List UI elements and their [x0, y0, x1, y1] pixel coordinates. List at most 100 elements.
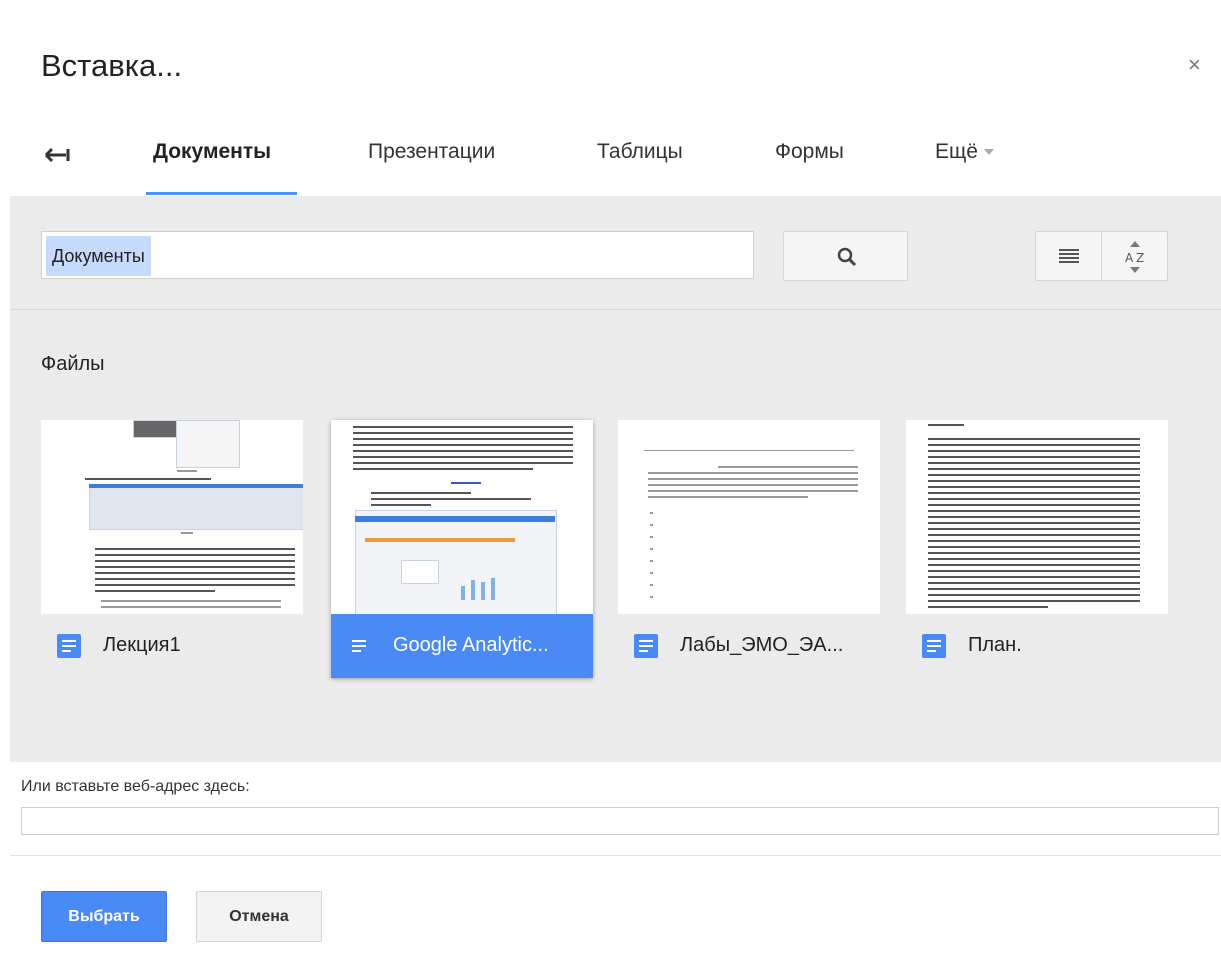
- thumbnail-line: [353, 432, 573, 434]
- thumbnail-line: [928, 522, 1140, 524]
- file-thumbnail: [331, 420, 593, 614]
- thumbnail-line: [928, 552, 1140, 554]
- thumbnail-line: [928, 450, 1140, 452]
- thumbnail-line: [928, 570, 1140, 572]
- thumbnail-line: [928, 582, 1140, 584]
- thumbnail-line: [371, 504, 431, 506]
- file-card-footer: Google Analytic...: [331, 614, 593, 678]
- thumbnail-line: [928, 540, 1140, 542]
- thumbnail-line: [928, 462, 1140, 464]
- document-icon: [922, 634, 946, 658]
- thumbnail-line: [371, 498, 531, 500]
- thumbnail-line: [95, 590, 215, 592]
- tab-forms[interactable]: Формы: [775, 140, 844, 164]
- thumbnail-line: [928, 516, 1140, 518]
- file-browser: Документы A Z Файлы Лекция1 Google Analy…: [10, 196, 1221, 762]
- thumbnail-line: [181, 532, 193, 534]
- back-arrow-icon[interactable]: [44, 144, 72, 166]
- file-thumbnail: [41, 420, 303, 614]
- thumbnail-line: [928, 600, 1140, 602]
- thumbnail-line: [353, 450, 573, 452]
- file-card[interactable]: Лабы_ЭМО_ЭА...: [618, 420, 880, 678]
- thumbnail-line: [650, 596, 653, 598]
- thumbnail-line: [177, 470, 197, 472]
- search-input[interactable]: Документы: [41, 231, 754, 279]
- search-icon: [837, 247, 857, 267]
- thumbnail-line: [650, 584, 653, 586]
- document-icon: [57, 634, 81, 658]
- cancel-button[interactable]: Отмена: [196, 891, 322, 942]
- thumbnail-line: [650, 560, 653, 562]
- thumbnail-bar: [461, 586, 465, 600]
- thumbnail-bar: [89, 484, 303, 488]
- thumbnail-line: [353, 456, 573, 458]
- thumbnail-line: [928, 510, 1140, 512]
- search-button[interactable]: [783, 231, 908, 281]
- tab-more-label: Ещё: [935, 140, 978, 163]
- thumbnail-line: [928, 444, 1140, 446]
- thumbnail-line: [928, 528, 1140, 530]
- thumbnail-line: [353, 426, 573, 428]
- thumbnail-line: [650, 536, 653, 538]
- file-card-footer: Лекция1: [41, 614, 303, 678]
- file-card[interactable]: Лекция1: [41, 420, 303, 678]
- thumbnail-line: [353, 438, 573, 440]
- thumbnail-line: [928, 498, 1140, 500]
- svg-text:Z: Z: [1136, 251, 1144, 265]
- tab-spreadsheets[interactable]: Таблицы: [597, 140, 683, 164]
- thumbnail-line: [928, 606, 1048, 608]
- toolbar-divider: [10, 309, 1221, 310]
- thumbnail-line: [928, 492, 1140, 494]
- thumbnail-bar: [355, 516, 555, 522]
- thumbnail-bar: [471, 580, 475, 600]
- section-files-heading: Файлы: [41, 353, 105, 375]
- thumbnail-line: [928, 588, 1140, 590]
- close-icon[interactable]: ×: [1188, 52, 1201, 78]
- thumbnail-line: [95, 572, 295, 574]
- thumbnail-line: [648, 484, 858, 486]
- thumbnail-line: [95, 548, 295, 550]
- search-filter-chip[interactable]: Документы: [46, 236, 151, 276]
- file-card[interactable]: Google Analytic...: [331, 420, 593, 678]
- file-thumbnail: [906, 420, 1168, 614]
- thumbnail-line: [928, 480, 1140, 482]
- thumbnail-line: [451, 482, 481, 484]
- thumbnail-line: [85, 478, 211, 480]
- list-view-icon: [1059, 249, 1079, 263]
- thumbnail-line: [928, 456, 1140, 458]
- thumbnail-line: [928, 438, 1140, 440]
- thumbnail-image: [133, 420, 179, 438]
- url-input[interactable]: [21, 807, 1219, 835]
- thumbnail-line: [928, 534, 1140, 536]
- thumbnail-line: [648, 472, 858, 474]
- select-button[interactable]: Выбрать: [41, 891, 167, 942]
- active-tab-indicator: [146, 192, 297, 195]
- thumbnail-line: [101, 606, 281, 608]
- file-name: Лекция1: [103, 634, 181, 656]
- tab-presentations[interactable]: Презентации: [368, 140, 495, 164]
- file-card-footer: Лабы_ЭМО_ЭА...: [618, 614, 880, 678]
- thumbnail-line: [928, 576, 1140, 578]
- sort-az-icon: A Z: [1125, 241, 1144, 273]
- chevron-down-icon: [983, 149, 994, 156]
- thumbnail-image: [401, 560, 439, 584]
- thumbnail-line: [928, 468, 1140, 470]
- thumbnail-line: [928, 474, 1140, 476]
- file-card[interactable]: План.: [906, 420, 1168, 678]
- thumbnail-line: [371, 492, 471, 494]
- thumbnail-line: [648, 496, 808, 498]
- thumbnail-line: [644, 450, 854, 451]
- list-view-button[interactable]: [1035, 231, 1102, 281]
- thumbnail-line: [928, 424, 964, 426]
- thumbnail-line: [353, 462, 573, 464]
- dialog-title: Вставка...: [41, 48, 183, 83]
- thumbnail-line: [650, 524, 653, 526]
- file-thumbnail: [618, 420, 880, 614]
- thumbnail-line: [718, 466, 858, 468]
- tab-documents[interactable]: Документы: [153, 140, 271, 164]
- thumbnail-line: [928, 504, 1140, 506]
- sort-button[interactable]: A Z: [1101, 231, 1168, 281]
- file-name: Лабы_ЭМО_ЭА...: [680, 634, 844, 656]
- tab-bar: Документы Презентации Таблицы Формы Ещё: [0, 120, 1221, 196]
- tab-more[interactable]: Ещё: [935, 140, 994, 164]
